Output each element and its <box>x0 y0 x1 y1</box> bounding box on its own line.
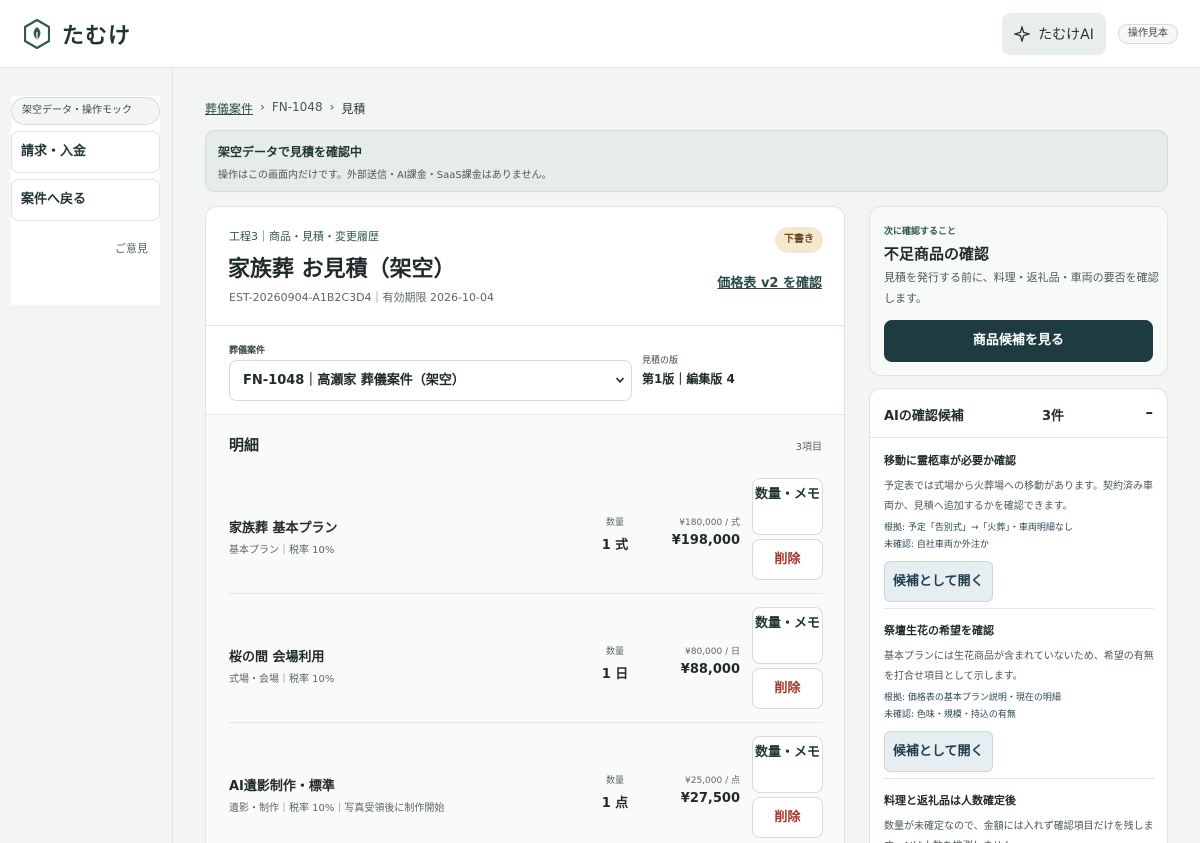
feedback-link[interactable]: ご意見 <box>115 240 148 256</box>
sidebar-item-billing[interactable]: 請求・入金 <box>11 131 160 173</box>
line-item-quantity: 1 日 <box>601 667 629 682</box>
line-item-quantity: 1 式 <box>601 538 629 553</box>
delete-button[interactable]: 削除 <box>752 797 823 838</box>
line-item-name: 桜の間 会場利用 <box>229 650 325 665</box>
suggestion-item: 移動に霊柩車が必要か確認 予定表では式場から火葬場への移動があります。契約済み車… <box>884 452 1154 602</box>
tamuke-ai-button[interactable]: たむけAI <box>1002 13 1106 55</box>
quantity-memo-button[interactable]: 数量・メモ <box>752 607 823 664</box>
line-item: AI遺影制作・標準 遺影・制作｜税率 10%｜写真受領後に制作開始 数量 1 点… <box>206 736 844 843</box>
quantity-label: 数量 <box>605 647 624 657</box>
open-as-candidate-button[interactable]: 候補として開く <box>884 561 993 602</box>
line-item-sub: 式場・会場｜税率 10% <box>229 674 335 685</box>
line-item-name: AI遺影制作・標準 <box>229 779 335 794</box>
line-item-quantity: 1 点 <box>601 796 629 811</box>
next-step-description: 見積を発行する前に、料理・返礼品・車両の要否を確認します。 <box>884 271 1159 305</box>
sidebar-panel: 架空データ・操作モック 請求・入金 案件へ戻る ご意見 <box>11 96 160 305</box>
suggestion-basis: 根拠: 価格表の基本プラン説明・現在の明細 <box>884 693 1061 703</box>
line-item-unit-price: ¥25,000 / 点 <box>685 776 740 786</box>
divider <box>206 325 844 326</box>
suggestion-description: 数量が未確定なので、金額には入れず確認項目だけを残します。AIは人数を推測しませ… <box>884 821 1154 843</box>
suggestion-title: 祭壇生花の希望を確認 <box>884 624 994 637</box>
line-item-total: ¥198,000 <box>671 533 740 548</box>
estimate-card: 工程3｜商品・見積・変更履歴 下書き 家族葬 お見積（架空） 価格表 v2 を確… <box>205 206 845 843</box>
next-step-eyebrow: 次に確認すること <box>884 227 957 237</box>
quantity-memo-button[interactable]: 数量・メモ <box>752 478 823 535</box>
case-field-label: 葬儀案件 <box>229 346 266 356</box>
line-item: 桜の間 会場利用 式場・会場｜税率 10% 数量 1 日 ¥80,000 / 日… <box>206 607 844 735</box>
quantity-label: 数量 <box>605 518 624 528</box>
chevron-down-icon <box>615 377 625 383</box>
details-title: 明細 <box>229 436 260 454</box>
leaf-logo-icon <box>24 19 50 49</box>
collapse-toggle[interactable]: – <box>1146 403 1154 421</box>
quantity-label: 数量 <box>605 776 624 786</box>
version-field-label: 見積の版 <box>642 356 679 366</box>
sidebar: 架空データ・操作モック 請求・入金 案件へ戻る ご意見 <box>0 68 173 843</box>
suggestion-item: 祭壇生花の希望を確認 基本プランには生花商品が含まれていないため、希望の有無を打… <box>884 622 1154 772</box>
line-item: 家族葬 基本プラン 基本プラン｜税率 10% 数量 1 式 ¥180,000 /… <box>206 478 844 606</box>
ai-suggestions-card: AIの確認候補 3件 – 移動に霊柩車が必要か確認 予定表では式場から火葬場への… <box>869 388 1168 843</box>
estimate-meta: EST-20260904-A1B2C3D4｜有効期限 2026-10-04 <box>229 291 494 304</box>
suggestion-basis: 根拠: 予定「告別式」→「火葬」・車両明細なし <box>884 523 1073 533</box>
notice-subtitle: 操作はこの画面内だけです。外部送信・AI課金・SaaS課金はありません。 <box>218 170 552 181</box>
sparkle-icon <box>1014 26 1031 42</box>
sample-badge: 操作見本 <box>1118 24 1178 44</box>
suggestion-unconfirmed: 未確認: 色味・規模・持込の有無 <box>884 710 1016 720</box>
suggestion-description: 基本プランには生花商品が含まれていないため、希望の有無を打合せ項目として示します… <box>884 651 1154 682</box>
suggestion-unconfirmed: 未確認: 自社車両か外注か <box>884 540 989 550</box>
suggestion-item: 料理と返礼品は人数確定後 数量が未確定なので、金額には入れず確認項目だけを残しま… <box>884 792 1154 843</box>
delete-button[interactable]: 削除 <box>752 539 823 580</box>
process-step-label: 工程3｜商品・見積・変更履歴 <box>229 230 379 243</box>
mock-data-chip: 架空データ・操作モック <box>11 97 160 125</box>
divider <box>870 437 1167 438</box>
breadcrumb-current: 見積 <box>341 102 366 116</box>
line-item-total: ¥27,500 <box>680 791 740 806</box>
divider <box>229 722 823 723</box>
suggestion-description: 予定表では式場から火葬場への移動があります。契約済み車両か、見積へ追加するかを確… <box>884 481 1153 512</box>
divider <box>884 778 1154 779</box>
breadcrumb-separator: › <box>329 100 335 114</box>
line-item-sub: 基本プラン｜税率 10% <box>229 545 335 556</box>
quantity-memo-button[interactable]: 数量・メモ <box>752 736 823 793</box>
divider <box>229 593 823 594</box>
app-header: たむけ たむけAI 操作見本 <box>0 0 1200 68</box>
status-badge: 下書き <box>775 227 823 253</box>
notice-title: 架空データで見積を確認中 <box>218 145 363 159</box>
divider <box>884 608 1154 609</box>
brand-logo[interactable]: たむけ <box>24 18 131 50</box>
mock-data-notice: 架空データで見積を確認中 操作はこの画面内だけです。外部送信・AI課金・SaaS… <box>205 130 1168 192</box>
brand-name: たむけ <box>62 24 132 49</box>
price-list-link[interactable]: 価格表 v2 を確認 <box>717 272 822 291</box>
breadcrumb: 葬儀案件 › FN-1048 › 見積 <box>205 100 365 117</box>
line-item-sub: 遺影・制作｜税率 10%｜写真受領後に制作開始 <box>229 803 445 814</box>
view-product-candidates-button[interactable]: 商品候補を見る <box>884 320 1153 362</box>
breadcrumb-cases-link[interactable]: 葬儀案件 <box>205 100 253 117</box>
tamuke-ai-label: たむけAI <box>1038 27 1094 43</box>
version-value: 第1版｜編集版 4 <box>642 372 735 386</box>
case-select[interactable]: FN-1048｜高瀬家 葬儀案件（架空） <box>229 360 632 401</box>
ai-suggestions-count: 3件 <box>1042 409 1065 424</box>
line-item-unit-price: ¥180,000 / 式 <box>679 518 740 528</box>
open-as-candidate-button[interactable]: 候補として開く <box>884 731 993 772</box>
line-item-unit-price: ¥80,000 / 日 <box>685 647 740 657</box>
ai-suggestions-title: AIの確認候補 <box>884 409 964 424</box>
breadcrumb-separator: › <box>260 100 265 114</box>
details-count: 3項目 <box>795 442 822 453</box>
next-step-card: 次に確認すること 不足商品の確認 見積を発行する前に、料理・返礼品・車両の要否を… <box>869 206 1168 376</box>
delete-button[interactable]: 削除 <box>752 668 823 709</box>
case-select-value: FN-1048｜高瀬家 葬儀案件（架空） <box>243 373 465 388</box>
next-step-title: 不足商品の確認 <box>884 245 990 263</box>
line-item-name: 家族葬 基本プラン <box>229 521 338 536</box>
page-title: 家族葬 お見積（架空） <box>228 257 456 282</box>
sidebar-item-back-to-case[interactable]: 案件へ戻る <box>11 179 160 221</box>
suggestion-title: 料理と返礼品は人数確定後 <box>884 794 1016 807</box>
breadcrumb-case-id: FN-1048 <box>271 100 323 114</box>
line-item-total: ¥88,000 <box>680 662 740 677</box>
suggestion-title: 移動に霊柩車が必要か確認 <box>884 454 1016 467</box>
